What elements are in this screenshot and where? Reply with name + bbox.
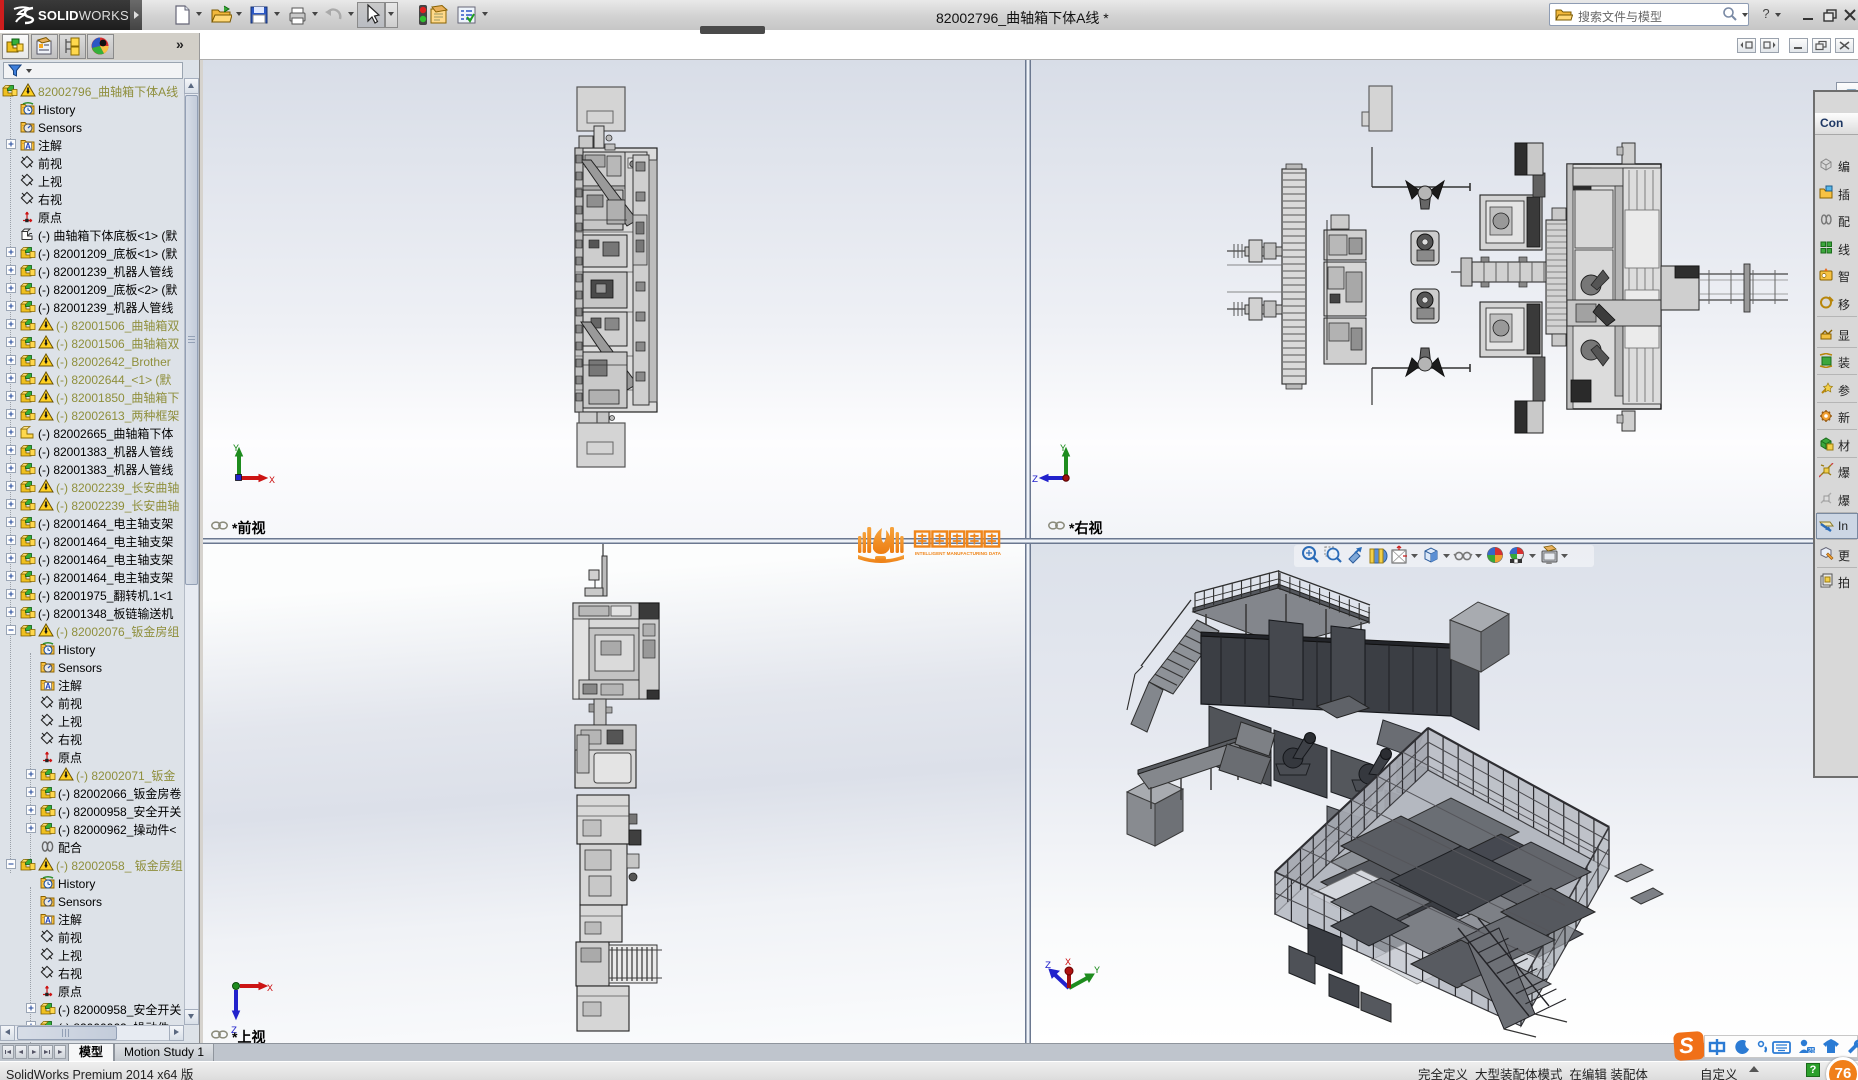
svg-text:Y: Y [1060, 444, 1066, 455]
svg-text:Y: Y [233, 444, 239, 455]
svg-text:Z: Z [1032, 475, 1038, 486]
svg-text:A: A [25, 142, 31, 151]
svg-text:X: X [1065, 958, 1071, 969]
svg-text:Y: Y [1094, 966, 1100, 977]
svg-text:Z: Z [1045, 961, 1051, 972]
svg-text:X: X [267, 984, 273, 995]
svg-text:A: A [45, 916, 51, 925]
svg-text:A: A [45, 682, 51, 691]
svg-text:INTELLIGENT MANUFACTURING DATA: INTELLIGENT MANUFACTURING DATA [915, 551, 1002, 556]
svg-text:X: X [269, 476, 275, 487]
svg-text:25: 25 [1808, 1049, 1815, 1055]
